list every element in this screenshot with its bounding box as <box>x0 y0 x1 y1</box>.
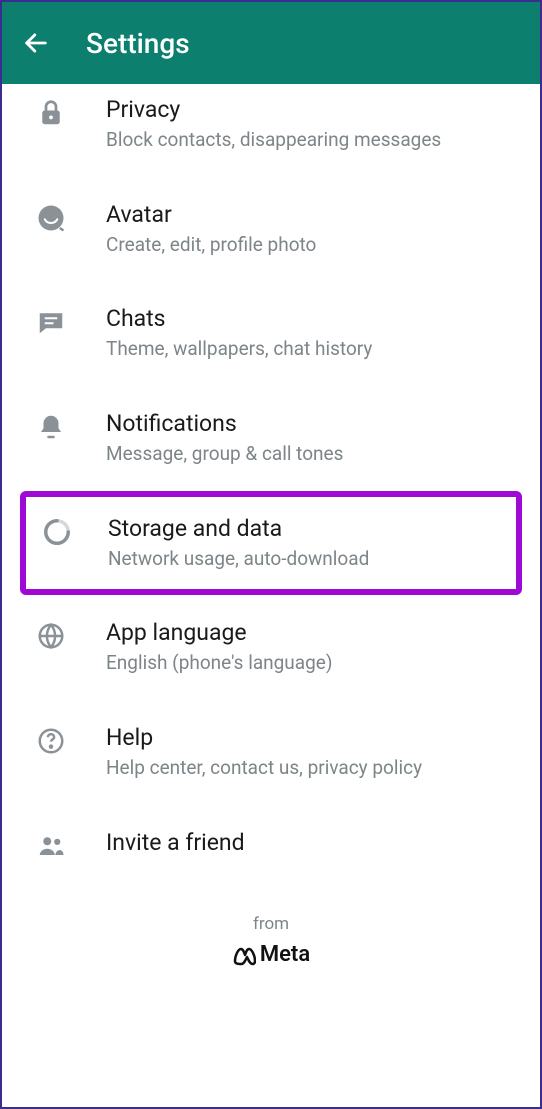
data-usage-icon <box>42 517 72 547</box>
item-title: Chats <box>106 305 516 332</box>
footer: from Meta <box>2 884 540 1021</box>
settings-item-app-language[interactable]: App language English (phone's language) <box>2 595 540 700</box>
item-title: App language <box>106 619 516 646</box>
item-title: Avatar <box>106 201 516 228</box>
meta-icon <box>232 943 256 967</box>
item-title: Invite a friend <box>106 829 516 856</box>
item-sub: Theme, wallpapers, chat history <box>106 336 516 362</box>
help-icon <box>36 726 66 756</box>
chat-icon <box>36 307 66 337</box>
item-sub: Message, group & call tones <box>106 441 516 467</box>
settings-item-invite-friend[interactable]: Invite a friend <box>2 804 540 884</box>
item-sub: English (phone's language) <box>106 650 516 676</box>
item-sub: Help center, contact us, privacy policy <box>106 755 516 781</box>
back-arrow-icon[interactable] <box>22 29 50 57</box>
avatar-icon <box>36 203 66 233</box>
settings-item-notifications[interactable]: Notifications Message, group & call tone… <box>2 386 540 491</box>
item-title: Notifications <box>106 410 516 437</box>
settings-item-storage-data[interactable]: Storage and data Network usage, auto-dow… <box>20 491 522 596</box>
settings-item-avatar[interactable]: Avatar Create, edit, profile photo <box>2 177 540 282</box>
settings-list: Privacy Block contacts, disappearing mes… <box>2 84 540 884</box>
settings-item-chats[interactable]: Chats Theme, wallpapers, chat history <box>2 281 540 386</box>
item-sub: Network usage, auto-download <box>108 546 492 572</box>
item-sub: Block contacts, disappearing messages <box>106 127 516 153</box>
settings-item-help[interactable]: Help Help center, contact us, privacy po… <box>2 700 540 805</box>
page-title: Settings <box>86 27 190 60</box>
people-icon <box>36 830 66 860</box>
item-title: Storage and data <box>108 515 492 542</box>
footer-brand: Meta <box>232 942 310 967</box>
bell-icon <box>36 412 66 442</box>
header-bar: Settings <box>2 2 540 84</box>
item-sub: Create, edit, profile photo <box>106 232 516 258</box>
globe-icon <box>36 621 66 651</box>
lock-icon <box>36 98 66 128</box>
footer-from: from <box>2 914 540 934</box>
item-title: Privacy <box>106 96 516 123</box>
item-title: Help <box>106 724 516 751</box>
settings-item-privacy[interactable]: Privacy Block contacts, disappearing mes… <box>2 84 540 177</box>
